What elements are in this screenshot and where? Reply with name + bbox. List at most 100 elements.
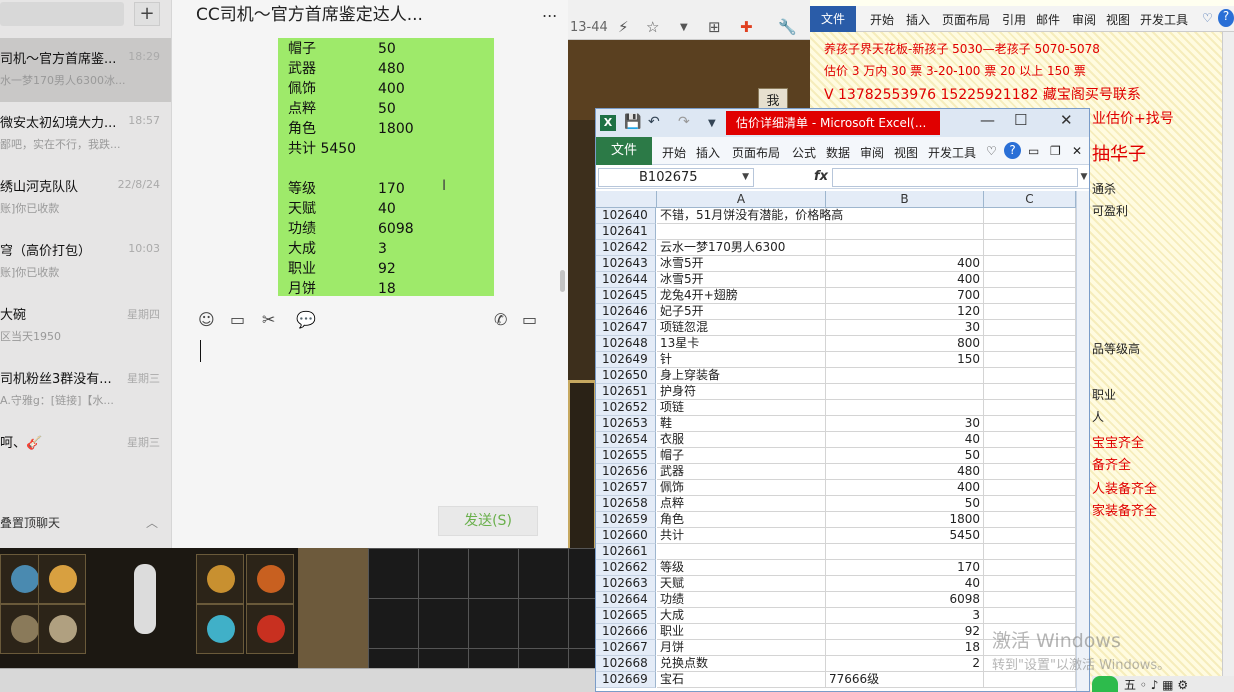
word-tab[interactable]: 审阅 xyxy=(1072,11,1096,28)
session-item[interactable]: 司机～官方首席鉴... 18:29 水一梦170男人6300冰... xyxy=(0,38,171,102)
cell-a[interactable]: 衣服 xyxy=(657,432,826,448)
chevron-down-icon[interactable]: ▼ xyxy=(680,22,688,33)
row-number[interactable]: 102645 xyxy=(596,288,656,304)
row-number[interactable]: 102669 xyxy=(596,672,656,688)
row-number[interactable]: 102653 xyxy=(596,416,656,432)
lightning-icon[interactable]: ⚡ xyxy=(618,18,629,36)
chat-bubble-icon[interactable]: 💬 xyxy=(296,310,316,329)
cell-a[interactable]: 云水一梦170男人6300 xyxy=(657,240,826,256)
row-number[interactable]: 102660 xyxy=(596,528,656,544)
row-number[interactable]: 102646 xyxy=(596,304,656,320)
excel-tab[interactable]: 审阅 xyxy=(860,144,884,161)
cell-b[interactable]: 700 xyxy=(826,288,984,304)
cell-a[interactable]: 武器 xyxy=(657,464,826,480)
cell-a[interactable]: 共计 xyxy=(657,528,826,544)
cell-b[interactable]: 77666级 xyxy=(826,672,984,688)
cell-c[interactable] xyxy=(984,448,1076,464)
excel-tab[interactable]: 数据 xyxy=(826,144,850,161)
cell-c[interactable] xyxy=(984,336,1076,352)
row-number[interactable]: 102642 xyxy=(596,240,656,256)
cell-c[interactable] xyxy=(984,480,1076,496)
row-number[interactable]: 102648 xyxy=(596,336,656,352)
row-number[interactable]: 102652 xyxy=(596,400,656,416)
ribbon-minimize-icon[interactable]: ▭ xyxy=(1028,144,1039,158)
cell-b[interactable]: 30 xyxy=(826,320,984,336)
word-tab[interactable]: 视图 xyxy=(1106,11,1130,28)
cell-b[interactable] xyxy=(826,224,984,240)
cell-b[interactable]: 2 xyxy=(826,656,984,672)
redo-icon[interactable]: ↷ xyxy=(678,114,690,130)
column-header-a[interactable]: A xyxy=(657,191,826,208)
heart-icon[interactable]: ♡ xyxy=(986,144,997,158)
quick-access-dropdown-icon[interactable]: ▼ xyxy=(708,118,716,129)
cell-a[interactable]: 月饼 xyxy=(657,640,826,656)
row-number[interactable]: 102663 xyxy=(596,576,656,592)
cell-c[interactable] xyxy=(984,368,1076,384)
row-number[interactable]: 102644 xyxy=(596,272,656,288)
cell-c[interactable] xyxy=(984,608,1076,624)
cell-b[interactable]: 480 xyxy=(826,464,984,480)
chevron-down-icon[interactable]: ▼ xyxy=(1078,168,1089,187)
word-tab[interactable]: 引用 xyxy=(1002,11,1026,28)
cell-a[interactable] xyxy=(657,544,826,560)
send-button[interactable]: 发送(S) xyxy=(438,506,538,536)
minimize-icon[interactable]: — xyxy=(980,111,995,129)
address-fragment[interactable]: 13-44 xyxy=(570,20,608,35)
cell-b[interactable] xyxy=(826,240,984,256)
cell-a[interactable]: 功绩 xyxy=(657,592,826,608)
cell-c[interactable] xyxy=(984,560,1076,576)
session-item[interactable]: 司机粉丝3群没有... 星期三 A.守雅g：[链接]【水... xyxy=(0,358,171,422)
inventory-slot[interactable] xyxy=(196,604,244,654)
row-number[interactable]: 102661 xyxy=(596,544,656,560)
cell-c[interactable] xyxy=(984,512,1076,528)
emoji-icon[interactable]: ☺ xyxy=(198,310,215,329)
cell-b[interactable]: 1800 xyxy=(826,512,984,528)
cell-b[interactable]: 5450 xyxy=(826,528,984,544)
cell-a[interactable]: 项链忽混 xyxy=(657,320,826,336)
row-number[interactable]: 102666 xyxy=(596,624,656,640)
row-number[interactable]: 102659 xyxy=(596,512,656,528)
row-number[interactable]: 102664 xyxy=(596,592,656,608)
select-all-corner[interactable] xyxy=(596,191,657,208)
cell-c[interactable] xyxy=(984,496,1076,512)
cell-a[interactable]: 帽子 xyxy=(657,448,826,464)
word-scrollbar[interactable] xyxy=(1222,32,1234,692)
inventory-slot[interactable] xyxy=(246,554,294,604)
cell-b[interactable]: 150 xyxy=(826,352,984,368)
cell-b[interactable]: 92 xyxy=(826,624,984,640)
inventory-slot[interactable] xyxy=(196,554,244,604)
chevron-down-icon[interactable]: ♡ xyxy=(1202,11,1213,25)
column-header-c[interactable]: C xyxy=(984,191,1076,208)
cell-a[interactable]: 护身符 xyxy=(657,384,826,400)
row-number[interactable]: 102656 xyxy=(596,464,656,480)
grid-icon[interactable]: ⊞ xyxy=(708,18,721,36)
folded-chats[interactable]: 叠置顶聊天 ︿ xyxy=(0,514,171,536)
cell-a[interactable]: 天赋 xyxy=(657,576,826,592)
row-number[interactable]: 102647 xyxy=(596,320,656,336)
sheet-scrollbar[interactable] xyxy=(1076,191,1089,691)
session-item[interactable]: 穹（高价打包） 10:03 账]你已收款 xyxy=(0,230,171,294)
row-number[interactable]: 102654 xyxy=(596,432,656,448)
cell-c[interactable] xyxy=(984,304,1076,320)
row-number[interactable]: 102662 xyxy=(596,560,656,576)
excel-tab[interactable]: 公式 xyxy=(792,144,816,161)
row-number[interactable]: 102650 xyxy=(596,368,656,384)
row-number[interactable]: 102657 xyxy=(596,480,656,496)
session-item[interactable]: 微安太初幻境大力... 18:57 鄙吧，实在不行，我跌... xyxy=(0,102,171,166)
cell-b[interactable]: 120 xyxy=(826,304,984,320)
row-number[interactable]: 102643 xyxy=(596,256,656,272)
phone-icon[interactable]: ✆ xyxy=(494,310,507,329)
cell-c[interactable] xyxy=(984,464,1076,480)
session-item[interactable]: 大碗 星期四 区当天1950 xyxy=(0,294,171,358)
add-chat-button[interactable]: + xyxy=(134,2,160,26)
cell-a[interactable]: 等级 xyxy=(657,560,826,576)
cell-c[interactable] xyxy=(984,432,1076,448)
help-icon[interactable]: ? xyxy=(1004,142,1021,159)
cell-a[interactable]: 针 xyxy=(657,352,826,368)
inventory-slot[interactable] xyxy=(38,554,86,604)
cell-c[interactable] xyxy=(984,544,1076,560)
cell-a[interactable]: 身上穿装备 xyxy=(657,368,826,384)
excel-tab[interactable]: 页面布局 xyxy=(732,144,780,161)
undo-icon[interactable]: ↶ xyxy=(648,114,660,130)
cell-a[interactable]: 不错，51月饼没有潜能，价格略高 xyxy=(657,208,843,224)
